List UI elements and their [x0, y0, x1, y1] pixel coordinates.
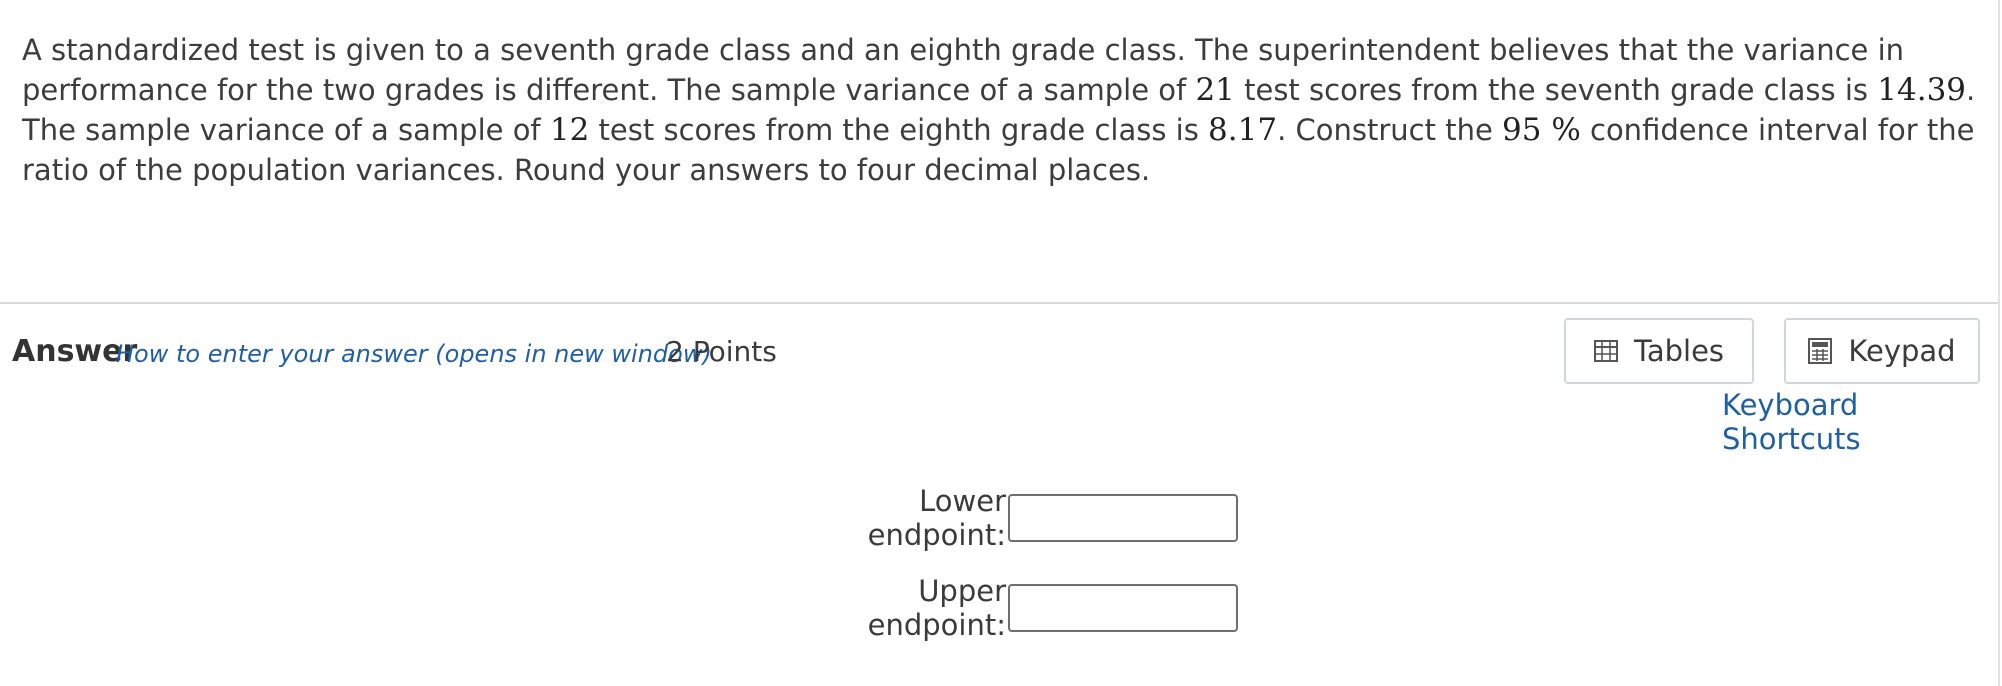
sample-size-eighth: 12: [549, 112, 590, 148]
how-to-enter-answer-link[interactable]: How to enter your answer (opens in new w…: [116, 340, 712, 368]
table-grid-icon: [1593, 340, 1618, 362]
keyboard-shortcuts-link[interactable]: Keyboard Shortcuts: [1722, 388, 2002, 456]
calculator-icon: [1808, 338, 1833, 364]
points-value: 2 Points: [666, 335, 777, 368]
section-divider: [0, 302, 1999, 304]
sample-variance-seventh: 14.39: [1877, 72, 1967, 108]
upper-endpoint-row: Upper endpoint:: [780, 574, 1238, 642]
lower-endpoint-row: Lower endpoint:: [780, 484, 1238, 552]
lower-endpoint-input[interactable]: [1008, 494, 1238, 542]
question-text: A standardized test is given to a sevent…: [22, 30, 1982, 190]
keypad-button[interactable]: Keypad: [1784, 318, 1980, 384]
upper-endpoint-input[interactable]: [1008, 584, 1238, 632]
tables-button[interactable]: Tables: [1564, 318, 1754, 384]
tables-button-label: Tables: [1633, 334, 1725, 368]
confidence-level: 95 %: [1502, 112, 1581, 148]
upper-endpoint-label: Upper endpoint:: [867, 574, 1006, 642]
sample-variance-eighth: 8.17: [1208, 112, 1278, 148]
question-text-part: . Construct the: [1277, 113, 1503, 147]
keypad-button-label: Keypad: [1848, 334, 1956, 368]
panel-right-border: [1998, 0, 2000, 686]
question-text-part: test scores from the eighth grade class …: [589, 113, 1209, 147]
lower-endpoint-label: Lower endpoint:: [867, 484, 1006, 552]
sample-size-seventh: 21: [1195, 72, 1235, 108]
question-text-part: test scores from the seventh grade class…: [1234, 73, 1878, 107]
